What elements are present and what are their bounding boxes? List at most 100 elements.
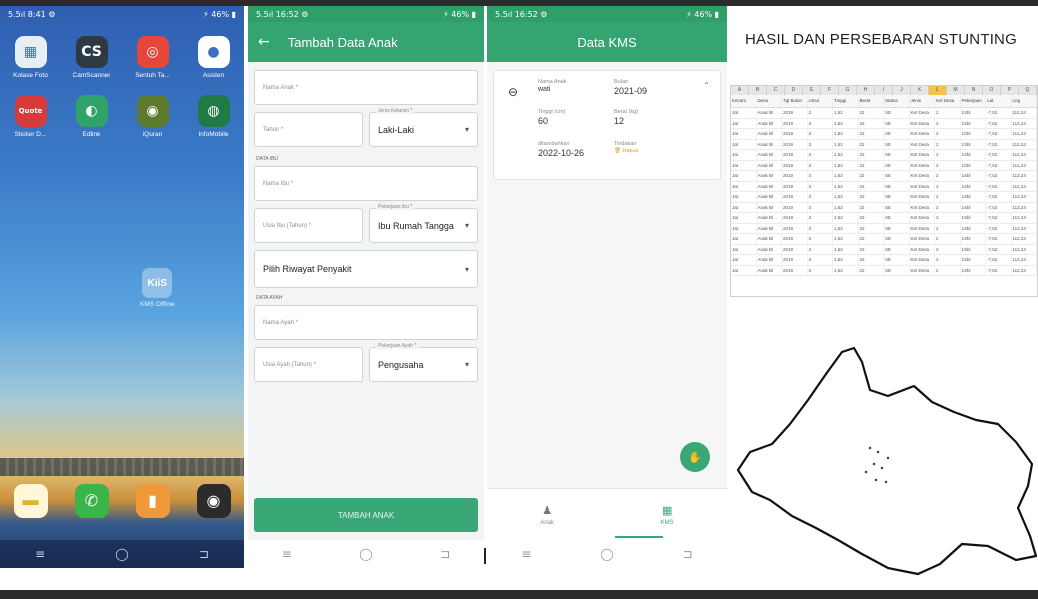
table-cell: 3 [808,202,833,212]
app-label: InfoMobile [198,131,229,138]
table-cell: 1,52 [833,244,859,254]
column-letter: P [1001,86,1019,95]
table-row: Jat Anak Bl 2019 3 1,52 22 SE Ket Desa 2 1Sbl -7,5… [731,181,1037,192]
table-row: Jat Anak Bl 2019 3 1,52 22 SE Ket Desa 2 1Sbl -7,5… [731,139,1037,150]
mother-job-select[interactable]: Pekerjaan Ibu * Ibu Rumah Tangga ▾ [369,204,478,243]
month-field: Bulan 2021-09 [614,79,647,96]
notes-icon[interactable]: ▬ [13,484,48,518]
table-cell: 1Sbl [961,139,986,149]
gender-select[interactable]: Jenis Kelamin * Laki-Laki ▾ [369,108,478,147]
column-letter: G [839,86,857,95]
table-cell: 22 [859,150,884,160]
back-icon[interactable]: ⊐ [683,547,693,561]
child-name-input[interactable]: Nama Anak * [254,70,478,105]
app-shortcut[interactable]: CS CamScanner [61,36,122,79]
chevron-up-icon[interactable]: ⌃ [703,81,710,90]
app-bar: ← Tambah Data Anak [248,22,484,62]
app-label: CamScanner [72,72,111,79]
month-key: Bulan [614,79,629,85]
table-cell: Ket Desa [910,255,935,265]
table-cell: 2019 [782,171,808,181]
child-name-key: Nama Anak [538,79,567,85]
table-cell: Anak Bl [757,108,782,118]
home-icon[interactable]: ◯ [115,547,128,561]
app-shortcut[interactable]: ● Asisten [183,36,244,79]
back-icon[interactable]: ⊐ [440,547,450,561]
table-cell: 3 [808,244,833,254]
column-letter: N [965,86,983,95]
mother-name-input[interactable]: Nama Ibu * [254,166,478,201]
mother-age-input[interactable]: Usia Ibu (Tahun) * [254,208,363,243]
fab-button[interactable]: ✋ [680,442,710,472]
column-letter: A [731,86,749,95]
table-cell: SE [884,234,910,244]
menu-icon[interactable]: ≡ [35,547,45,561]
header-cell: Desa [757,95,782,107]
contacts-icon[interactable]: ▮ [135,484,170,518]
column-letter: F [821,86,839,95]
caret-down-icon: ▾ [464,264,469,274]
disease-history-select[interactable]: Pilih Riwayat Penyakit ▾ [254,250,478,288]
sticker-icon: Quote [14,95,47,127]
table-cell: SE [884,265,910,275]
table-cell: 2019 [782,129,808,139]
disease-history-value: Pilih Riwayat Penyakit [263,264,352,274]
app-shortcut[interactable]: Quote Sticker D... [0,95,61,138]
gender-value: Laki-Laki [378,124,415,135]
home-screen: 5.5ıl 8:41 ⚙ ⚡ 46% ▮ ▦ Kolase Foto CS CamSc… [0,6,244,568]
father-job-select[interactable]: Pekerjaan Ayah * Pengusaha ▾ [369,343,478,382]
table-cell: Jat [731,192,757,202]
table-cell: 2019 [782,108,808,118]
back-icon[interactable]: ⊐ [199,547,209,561]
kms-record-card[interactable]: ⊖ ⌃ Nama Anak wati Bulan 2021-09 Tinggi … [493,70,721,180]
table-row: Jat Anak Bl 2019 3 1,52 22 SE Ket Desa 2 1Sbl -7,5… [731,223,1037,234]
table-cell: Anak Bl [757,223,782,233]
header-cell: Berat [859,95,884,107]
infomobile-icon: ◍ [197,95,230,127]
table-cell: 112,24 [1012,255,1037,265]
app-shortcut[interactable]: ◉ iQuran [122,95,183,138]
home-icon[interactable]: ◯ [600,547,613,561]
nav-kms[interactable]: ▦ KMS [661,504,674,526]
kms-offline-app[interactable]: KiiS KMS Offline [140,268,175,308]
table-cell: Ket Desa [910,160,935,170]
table-cell: Jat [731,265,757,275]
table-cell: 1Sbl [961,255,986,265]
header-cell: Kel Desa [935,95,961,107]
app-shortcut[interactable]: ◎ Sentuh Ta... [122,36,183,79]
table-cell: 112,24 [1012,244,1037,254]
home-icon[interactable]: ◯ [359,547,372,561]
delete-button[interactable]: 🗑 Hapus [614,148,638,154]
father-name-input[interactable]: Nama Ayah * [254,305,478,340]
father-age-input[interactable]: Usia Ayah (Tahun) * [254,347,363,382]
table-cell: 1Sbl [961,244,986,254]
table-cell: 3 [808,108,833,118]
table-row: Jat Anak Bl 2019 3 1,52 22 SE Ket Desa 2 1Sbl -7,5… [731,202,1037,213]
app-shortcut[interactable]: ◍ InfoMobile [183,95,244,138]
year-input[interactable]: Tahun * [254,112,363,147]
menu-icon[interactable]: ≡ [521,547,531,561]
add-child-button[interactable]: TAMBAH ANAK [254,498,478,532]
menu-icon[interactable]: ≡ [282,547,292,561]
app-shortcut[interactable]: ▦ Kolase Foto [0,36,61,79]
back-arrow-icon[interactable]: ← [258,34,270,50]
table-cell: -7,52 [986,171,1012,181]
phone-icon[interactable]: ✆ [74,484,109,518]
table-cell: 2 [935,202,961,212]
table-cell: SE [884,255,910,265]
caret-down-icon: ▾ [464,360,469,369]
table-cell: SE [884,139,910,149]
composite-figure: 5.5ıl 8:41 ⚙ ⚡ 46% ▮ ▦ Kolase Foto CS CamSc… [0,0,1038,599]
child-form: Nama Anak * Tahun * Jenis Kelamin * Laki… [248,62,484,397]
camera-icon[interactable]: ◉ [196,484,231,518]
table-cell: 1Sbl [961,129,986,139]
table-cell: 22 [859,192,884,202]
table-cell: 1,52 [833,265,859,275]
table-cell: 112,24 [1012,160,1037,170]
app-shortcut[interactable]: ◐ Edlink [61,95,122,138]
table-cell: 22 [859,118,884,128]
region-outline [736,346,1038,576]
table-cell: 1,52 [833,223,859,233]
table-cell: Anak Bl [757,213,782,223]
nav-anak[interactable]: ♟ Anak [540,504,554,526]
